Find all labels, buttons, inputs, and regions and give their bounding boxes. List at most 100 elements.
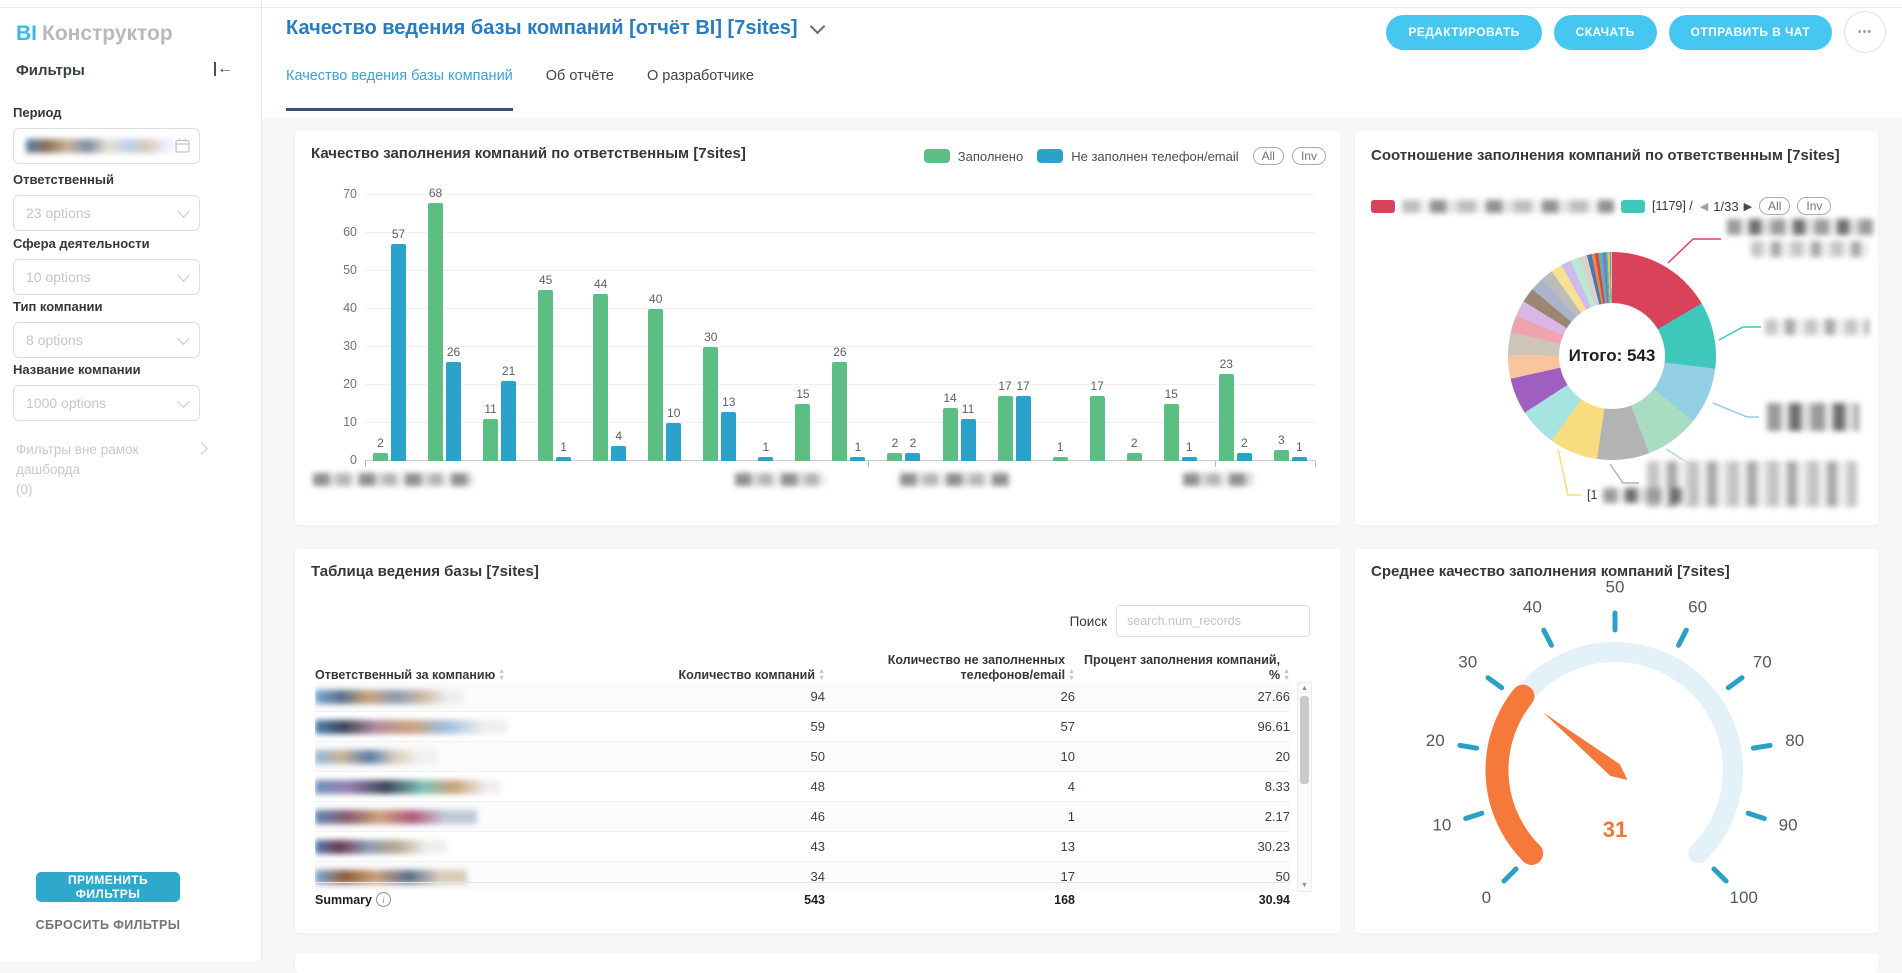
bar-filled[interactable]: 3: [1274, 450, 1289, 461]
company-type-select[interactable]: 8 options: [13, 322, 200, 358]
bar-filled[interactable]: 14: [943, 408, 958, 461]
bar-filled[interactable]: 23: [1219, 374, 1234, 461]
legend-inv-button[interactable]: Inv: [1292, 147, 1326, 165]
bar-not-filled[interactable]: 1: [850, 457, 865, 461]
bar-filled[interactable]: 11: [483, 419, 498, 461]
table-row[interactable]: 4848.33: [315, 772, 1290, 802]
company-type-placeholder: 8 options: [26, 332, 83, 348]
bar-not-filled[interactable]: 26: [446, 362, 461, 461]
table-row[interactable]: 501020: [315, 742, 1290, 772]
cell-value: 50: [665, 749, 825, 764]
reset-filters-button[interactable]: СБРОСИТЬ ФИЛЬТРЫ: [0, 918, 216, 932]
more-options-button[interactable]: •••: [1844, 11, 1886, 53]
table-scrollbar[interactable]: ▲ ▼: [1297, 682, 1312, 892]
responsible-select[interactable]: 23 options: [13, 195, 200, 231]
bar-not-filled[interactable]: 4: [611, 446, 626, 461]
bar-not-filled[interactable]: 21: [501, 381, 516, 461]
bar-filled[interactable]: 2: [373, 453, 388, 461]
table-row[interactable]: 595796.61: [315, 712, 1290, 742]
bar-not-filled[interactable]: 10: [666, 423, 681, 461]
company-name-select[interactable]: 1000 options: [13, 385, 200, 421]
bar-filled[interactable]: 2: [887, 453, 902, 461]
search-input[interactable]: [1116, 605, 1310, 637]
bar-value-label: 30: [704, 330, 717, 344]
donut-legend-swatch-teal[interactable]: [1621, 200, 1645, 213]
bar-filled[interactable]: 15: [1164, 404, 1179, 461]
tab-about-report[interactable]: Об отчёте: [546, 68, 614, 111]
scroll-up-icon[interactable]: ▲: [1298, 685, 1311, 692]
pager-next-icon[interactable]: ▶: [1744, 200, 1752, 213]
legend-swatch-filled[interactable]: [924, 149, 950, 163]
bar-not-filled[interactable]: 1: [758, 457, 773, 461]
bar-filled[interactable]: 1: [1053, 457, 1068, 461]
send-to-chat-button[interactable]: ОТПРАВИТЬ В ЧАТ: [1669, 15, 1832, 50]
bar-not-filled[interactable]: 57: [391, 244, 406, 461]
donut-callout-blurred: [1767, 403, 1859, 431]
bar-chart-legend: Заполнено Не заполнен телефон/email All …: [924, 147, 1326, 165]
bar-not-filled[interactable]: 1: [1292, 457, 1307, 461]
edit-button[interactable]: РЕДАКТИРОВАТЬ: [1386, 15, 1541, 50]
legend-swatch-notfilled[interactable]: [1037, 149, 1063, 163]
bar-filled[interactable]: 2: [1127, 453, 1142, 461]
report-title-dropdown[interactable]: Качество ведения базы компаний [отчёт BI…: [286, 17, 823, 40]
pager-prev-icon[interactable]: ◀: [1700, 200, 1708, 213]
bar-not-filled[interactable]: 11: [961, 419, 976, 461]
download-button[interactable]: СКАЧАТЬ: [1554, 15, 1657, 50]
svg-text:30: 30: [1458, 653, 1477, 672]
company-name-placeholder: 1000 options: [26, 395, 106, 411]
bar-filled[interactable]: 17: [998, 396, 1013, 461]
sort-icon[interactable]: ▲▼: [818, 668, 825, 682]
bar-not-filled[interactable]: 13: [721, 412, 736, 461]
donut-chart[interactable]: Итого: 543: [1508, 252, 1716, 460]
bar-filled[interactable]: 26: [832, 362, 847, 461]
apply-filters-button[interactable]: ПРИМЕНИТЬ ФИЛЬТРЫ: [36, 872, 180, 902]
table-row[interactable]: 4612.17: [315, 802, 1290, 832]
donut-inv-button[interactable]: Inv: [1797, 197, 1831, 215]
bar-filled[interactable]: 40: [648, 309, 663, 461]
table-row[interactable]: 942627.66: [315, 682, 1290, 712]
bar-filled[interactable]: 68: [428, 203, 443, 461]
donut-legend-name-blurred[interactable]: [1402, 200, 1614, 213]
outer-filters-link[interactable]: Фильтры вне рамок дашборда (0): [16, 440, 206, 500]
sort-icon[interactable]: ▲▼: [1283, 668, 1290, 682]
cell-value: 2.17: [1075, 809, 1290, 824]
donut-legend-swatch-red[interactable]: [1371, 200, 1395, 213]
bar-not-filled[interactable]: 2: [1237, 453, 1252, 461]
donut-callout-blurred: [1765, 319, 1869, 335]
sort-icon[interactable]: ▲▼: [1068, 668, 1075, 682]
info-icon[interactable]: i: [376, 892, 391, 907]
column-companies-count[interactable]: Количество компаний ▲▼: [665, 668, 825, 683]
cell-value: 96.61: [1075, 719, 1290, 734]
bar-not-filled[interactable]: 2: [905, 453, 920, 461]
column-not-filled-count[interactable]: Количество не заполненных телефонов/emai…: [825, 653, 1075, 683]
period-date-input[interactable]: [13, 128, 200, 164]
bar-not-filled[interactable]: 1: [556, 457, 571, 461]
column-responsible[interactable]: Ответственный за компанию ▲▼: [315, 668, 665, 683]
bar-filled[interactable]: 44: [593, 294, 608, 461]
sphere-select[interactable]: 10 options: [13, 259, 200, 295]
donut-legend-row: [1179] / ◀ 1/33 ▶ All Inv: [1371, 197, 1864, 215]
app-logo[interactable]: BIКонструктор: [16, 22, 173, 46]
tab-quality[interactable]: Качество ведения базы компаний: [286, 68, 513, 111]
scroll-down-icon[interactable]: ▼: [1298, 882, 1311, 889]
bar-not-filled[interactable]: 17: [1016, 396, 1031, 461]
bar-not-filled[interactable]: 1: [1182, 457, 1197, 461]
tab-about-developer[interactable]: О разработчике: [647, 68, 754, 111]
collapse-sidebar-icon[interactable]: ←: [214, 60, 233, 78]
cell-value: 59: [665, 719, 825, 734]
scrollbar-thumb[interactable]: [1300, 696, 1309, 784]
legend-label-notfilled[interactable]: Не заполнен телефон/email: [1071, 149, 1238, 164]
legend-all-button[interactable]: All: [1253, 147, 1284, 165]
header-actions: РЕДАКТИРОВАТЬ СКАЧАТЬ ОТПРАВИТЬ В ЧАТ ••…: [1386, 11, 1886, 53]
table-row[interactable]: 431330.23: [315, 832, 1290, 862]
bar-filled[interactable]: 15: [795, 404, 810, 461]
column-fill-percent[interactable]: Процент заполнения компаний, % ▲▼: [1075, 653, 1290, 683]
bar-filled[interactable]: 30: [703, 347, 718, 461]
donut-all-button[interactable]: All: [1759, 197, 1790, 215]
bar-filled[interactable]: 17: [1090, 396, 1105, 461]
bar-value-label: 57: [392, 227, 405, 241]
legend-label-filled[interactable]: Заполнено: [958, 149, 1023, 164]
bar-filled[interactable]: 45: [538, 290, 553, 461]
sort-icon[interactable]: ▲▼: [498, 668, 505, 682]
cell-value: 46: [665, 809, 825, 824]
